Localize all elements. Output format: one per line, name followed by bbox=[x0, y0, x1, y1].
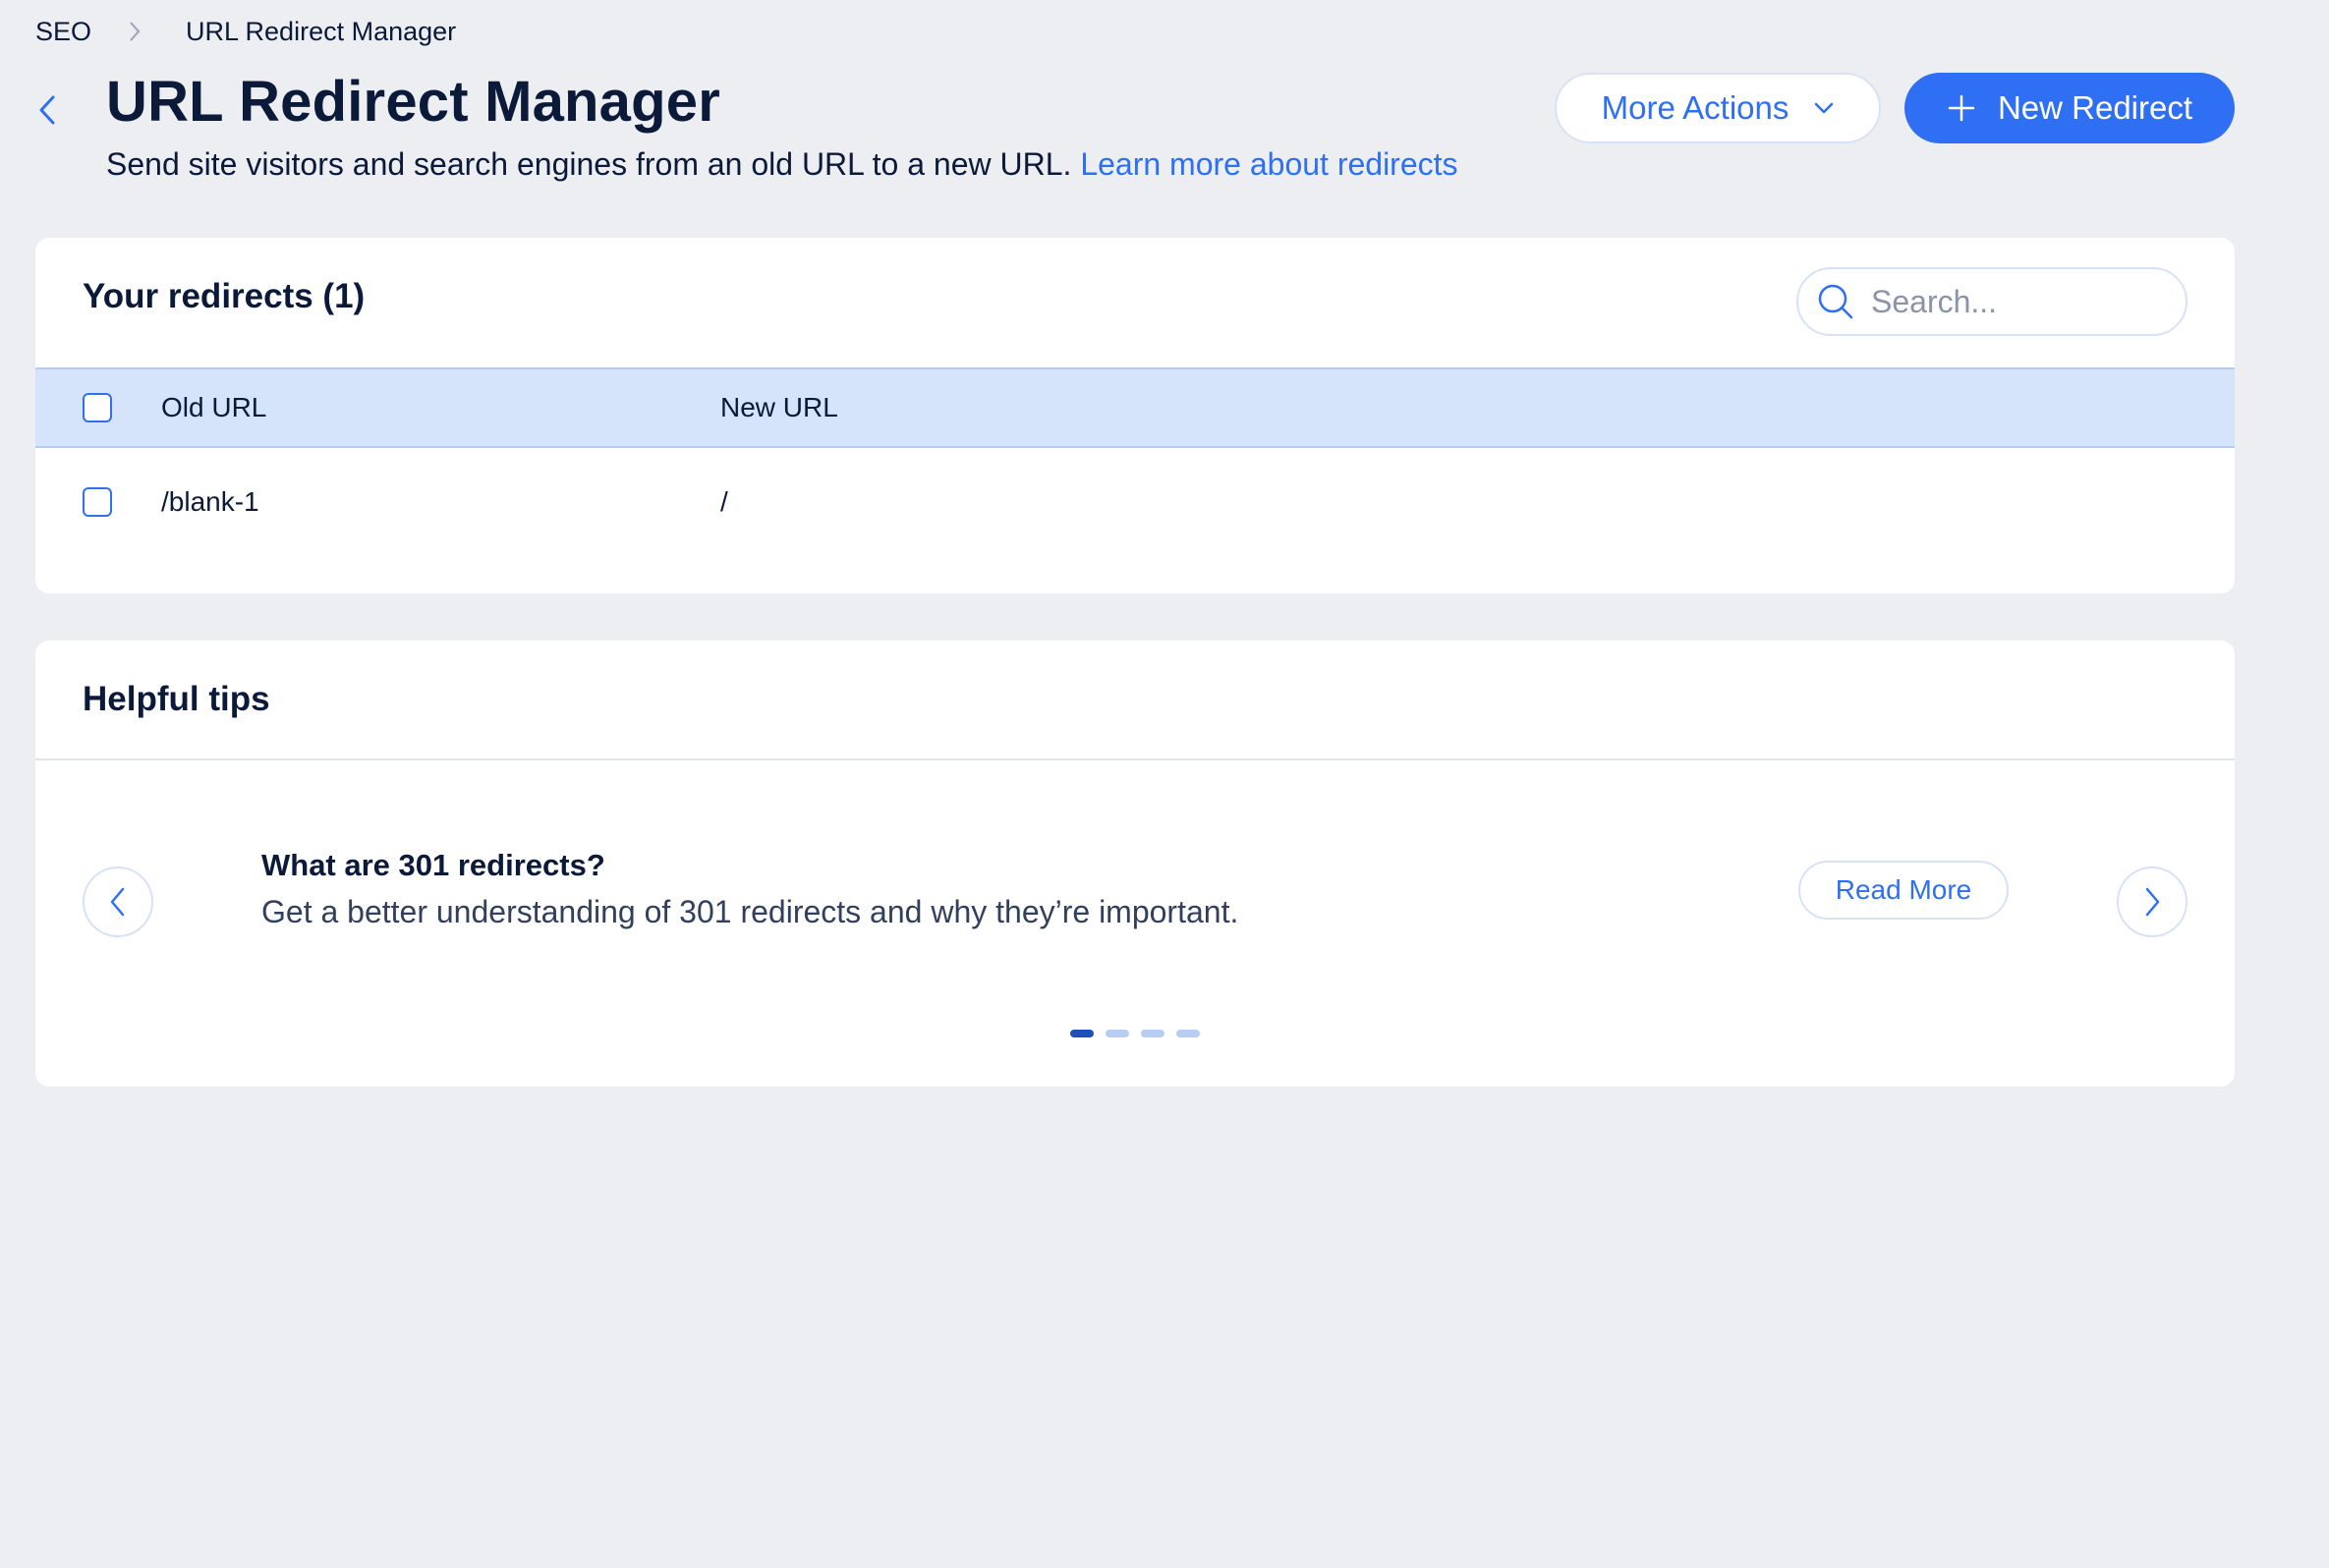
chevron-right-icon bbox=[121, 18, 148, 45]
tip-description: Get a better understanding of 301 redire… bbox=[261, 894, 1239, 929]
table-row[interactable]: /blank-1 / bbox=[35, 448, 2235, 556]
old-url-cell: /blank-1 bbox=[161, 486, 259, 517]
page-subtitle-text: Send site visitors and search engines fr… bbox=[106, 146, 1072, 182]
search-input[interactable] bbox=[1869, 282, 2168, 321]
new-url-cell: / bbox=[720, 486, 728, 517]
page-title: URL Redirect Manager bbox=[106, 70, 720, 134]
breadcrumb: SEO URL Redirect Manager bbox=[35, 14, 456, 49]
search-icon bbox=[1818, 284, 1853, 319]
helpful-tips-card: Helpful tips What are 301 redirects? Get… bbox=[35, 641, 2235, 1087]
table-header: Old URL New URL bbox=[35, 367, 2235, 448]
column-header-new-url[interactable]: New URL bbox=[720, 369, 838, 446]
more-actions-label: More Actions bbox=[1601, 89, 1789, 126]
more-actions-button[interactable]: More Actions bbox=[1555, 73, 1881, 143]
new-redirect-label: New Redirect bbox=[1997, 89, 2193, 126]
back-button[interactable] bbox=[29, 90, 65, 130]
page-subtitle: Send site visitors and search engines fr… bbox=[106, 146, 1458, 183]
row-checkbox[interactable] bbox=[83, 487, 112, 517]
search-box[interactable] bbox=[1796, 267, 2187, 336]
tip-title: What are 301 redirects? bbox=[261, 848, 605, 882]
helpful-tips-title: Helpful tips bbox=[83, 680, 270, 718]
carousel-pagination bbox=[1070, 1030, 1200, 1037]
read-more-button[interactable]: Read More bbox=[1798, 861, 2009, 920]
chevron-left-icon bbox=[39, 95, 55, 125]
redirects-card: Your redirects (1) Old URL New URL /blan… bbox=[35, 238, 2235, 593]
divider bbox=[35, 758, 2235, 760]
plus-icon bbox=[1948, 94, 1975, 122]
chevron-down-icon bbox=[1815, 102, 1834, 114]
carousel-dot[interactable] bbox=[1106, 1030, 1129, 1037]
previous-tip-button[interactable] bbox=[83, 867, 153, 937]
next-tip-button[interactable] bbox=[2117, 867, 2187, 937]
carousel-dot[interactable] bbox=[1141, 1030, 1164, 1037]
breadcrumb-item-current: URL Redirect Manager bbox=[186, 16, 457, 46]
select-all-checkbox[interactable] bbox=[83, 393, 112, 422]
new-redirect-button[interactable]: New Redirect bbox=[1904, 73, 2235, 143]
redirects-title: Your redirects (1) bbox=[83, 277, 366, 315]
breadcrumb-item-seo[interactable]: SEO bbox=[35, 17, 91, 47]
chevron-left-icon bbox=[110, 887, 125, 917]
carousel-dot[interactable] bbox=[1070, 1030, 1094, 1037]
chevron-right-icon bbox=[2145, 887, 2160, 917]
learn-more-link[interactable]: Learn more about redirects bbox=[1080, 146, 1457, 182]
column-header-old-url[interactable]: Old URL bbox=[161, 369, 266, 446]
carousel-dot[interactable] bbox=[1176, 1030, 1200, 1037]
